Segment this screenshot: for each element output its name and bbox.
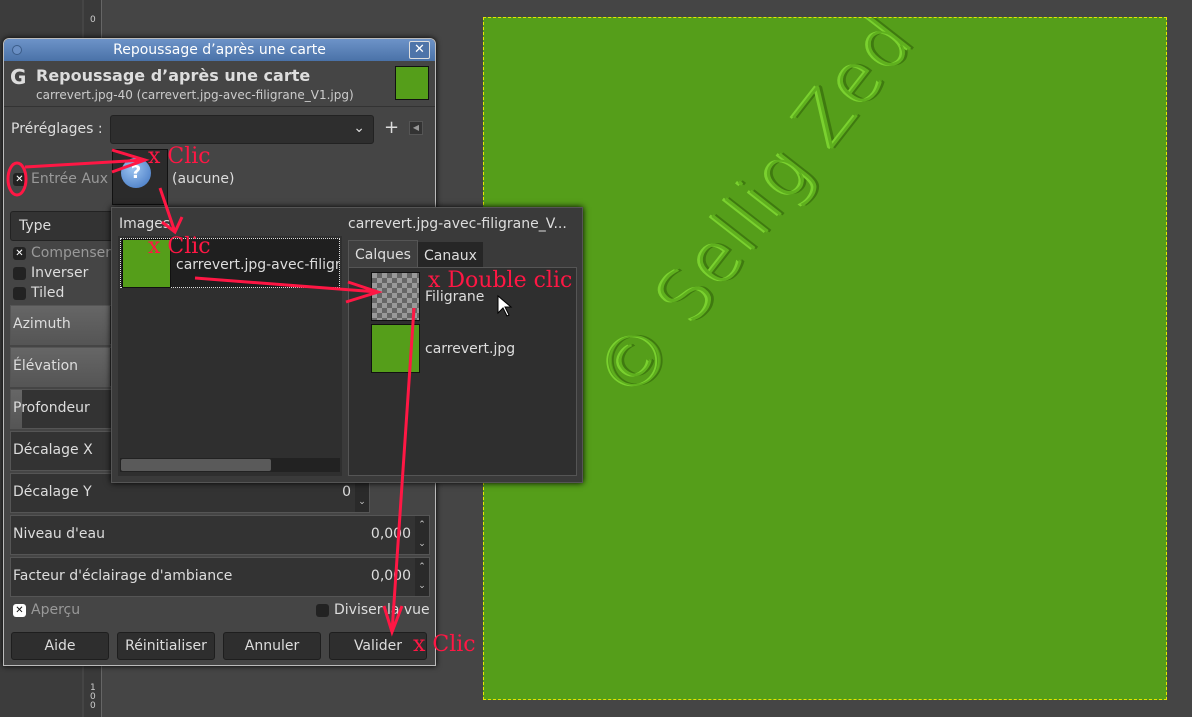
slider-label: Niveau d'eau [13, 526, 105, 542]
help-button[interactable]: Aide [11, 632, 109, 660]
tiled-checkbox[interactable] [13, 287, 26, 300]
compensate-checkbox[interactable]: ✕ [13, 247, 26, 260]
invert-label: Inverser [31, 265, 89, 281]
water-level-slider[interactable]: Niveau d'eau 0,000 ⌃ ⌄ [10, 515, 430, 555]
ruler-tick: 0 [90, 15, 96, 25]
question-icon: ? [121, 158, 151, 188]
slider-label: Élévation [13, 358, 79, 374]
close-button[interactable]: ✕ [409, 41, 430, 59]
image-preview-swatch [395, 66, 429, 100]
ambient-factor-slider[interactable]: Facteur d'éclairage d'ambiance 0,000 ⌃ ⌄ [10, 557, 430, 597]
add-preset-button[interactable]: + [384, 117, 399, 138]
type-dropdown[interactable]: Type [10, 211, 120, 241]
slider-label: Facteur d'éclairage d'ambiance [13, 568, 233, 584]
dialog-header: G Repoussage d’après une carte carrevert… [4, 61, 435, 107]
presets-dropdown[interactable]: ⌄ [110, 115, 374, 144]
gimp-logo-icon: G [10, 65, 27, 89]
slider-value: 0,000 [370, 568, 411, 584]
layer-item-carrevert[interactable]: carrevert.jpg [371, 324, 571, 374]
annotation-label: x Double clic [428, 268, 573, 293]
image-canvas[interactable]: © Sellig Zed [483, 17, 1167, 700]
tab-layers[interactable]: Calques [348, 240, 418, 268]
annotation-label: x Clic [413, 632, 476, 657]
title-bar[interactable]: Repoussage d’après une carte ✕ [4, 39, 435, 61]
preview-label: Aperçu [31, 602, 81, 618]
spinner-arrows[interactable]: ⌃ ⌄ [415, 516, 429, 554]
image-name: carrevert.jpg-avec-filigr [176, 257, 340, 273]
layers-list: Filigrane carrevert.jpg [348, 267, 577, 476]
layer-name: carrevert.jpg [425, 341, 516, 357]
slider-label: Décalage X [13, 442, 93, 458]
watermark: © Sellig Zed [581, 17, 931, 415]
slider-label: Décalage Y [13, 484, 92, 500]
spinner-arrows[interactable]: ⌃ ⌄ [415, 558, 429, 596]
slider-label: Azimuth [13, 316, 71, 332]
preview-checkbox[interactable]: ✕ [13, 604, 26, 617]
layer-thumbnail [371, 272, 420, 321]
aux-input-value: (aucune) [172, 171, 235, 187]
images-list: carrevert.jpg-avec-filigr [118, 236, 342, 476]
slider-value: 0,000 [370, 526, 411, 542]
tiled-label: Tiled [31, 285, 65, 301]
presets-label: Préréglages : [11, 121, 103, 137]
horizontal-scrollbar[interactable] [120, 458, 340, 472]
annotation-label: x Clic [148, 144, 211, 169]
preset-menu-icon[interactable]: ◀ [409, 121, 423, 135]
tab-channels[interactable]: Canaux [418, 242, 483, 270]
slider-value: 0 [342, 484, 351, 500]
aux-input-checkbox[interactable]: ✕ [13, 173, 26, 186]
selected-image-title: carrevert.jpg-avec-filigrane_V... [348, 216, 567, 232]
window-title: Repoussage d’après une carte [113, 42, 326, 58]
split-view-checkbox[interactable] [316, 604, 329, 617]
window-menu-icon[interactable] [12, 45, 22, 55]
slider-label: Profondeur [13, 400, 90, 416]
aux-input-label: Entrée Aux [31, 171, 109, 187]
header-subtitle: carrevert.jpg-40 (carrevert.jpg-avec-fil… [36, 88, 354, 102]
compensate-label: Compenser [31, 245, 112, 261]
images-label: Images [119, 216, 171, 232]
layer-thumbnail [371, 324, 420, 373]
split-view-label: Diviser la vue [334, 602, 430, 618]
type-label: Type [19, 218, 52, 234]
chevron-down-icon: ⌄ [353, 120, 365, 136]
annotation-label: x Clic [148, 234, 211, 259]
header-title: Repoussage d’après une carte [36, 66, 311, 85]
reset-button[interactable]: Réinitialiser [117, 632, 215, 660]
cancel-button[interactable]: Annuler [223, 632, 321, 660]
ruler-tick: 100 [90, 683, 96, 711]
invert-checkbox[interactable] [13, 267, 26, 280]
